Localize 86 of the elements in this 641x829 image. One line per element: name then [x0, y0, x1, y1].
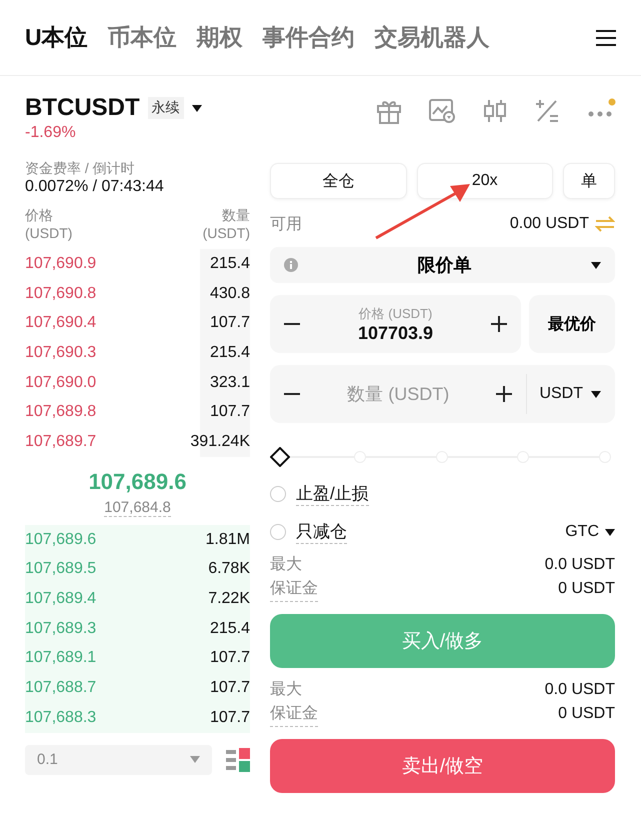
bid-quantity: 107.7 [210, 649, 250, 668]
tab[interactable]: 期权 [196, 22, 243, 53]
transfer-icon[interactable] [595, 216, 615, 232]
chart-alert-icon[interactable] [428, 98, 456, 124]
caret-icon [192, 104, 202, 112]
ask-price[interactable]: 107,689.8 [25, 403, 96, 422]
calculator-icon[interactable] [534, 98, 560, 124]
funding-value: 0.0072% / 07:43:44 [25, 178, 165, 196]
bid-price[interactable]: 107,689.3 [25, 620, 96, 638]
ask-quantity: 391.24K [190, 432, 250, 451]
quantity-header: 数量 [221, 206, 250, 224]
option-label[interactable]: 只减仓 [296, 520, 347, 544]
bid-price[interactable]: 107,688.3 [25, 708, 96, 727]
option-label[interactable]: 止盈/止损 [296, 482, 369, 506]
bid-quantity: 7.22K [208, 590, 250, 608]
leverage-button[interactable]: 20x [416, 163, 553, 199]
caret-icon [591, 262, 601, 268]
margin-label: 保证金 [270, 577, 318, 602]
ask-quantity: 430.8 [210, 284, 250, 303]
ask-price[interactable]: 107,690.0 [25, 374, 96, 392]
slider-thumb[interactable] [270, 447, 290, 467]
buy-long-button[interactable]: 买入/做多 [270, 614, 615, 668]
margin-label: 保证金 [270, 702, 318, 727]
position-mode-button[interactable]: 单 [563, 163, 615, 199]
ask-price[interactable]: 107,690.4 [25, 314, 96, 332]
price-field[interactable]: 价格 (USDT) 107703.9 [270, 295, 521, 353]
sell-short-button[interactable]: 卖出/做空 [270, 739, 615, 793]
price-unit: (USDT) [25, 224, 72, 242]
funding-label: 资金费率 / 倒计时 [25, 160, 136, 178]
quantity-unit: (USDT) [202, 224, 250, 242]
max-value: 0.0 USDT [544, 680, 615, 700]
bid-quantity: 107.7 [210, 679, 250, 698]
gift-icon[interactable] [376, 98, 402, 124]
caret-icon [591, 390, 601, 398]
last-price: 107,689.6 [88, 468, 188, 495]
tab[interactable]: 交易机器人 [374, 22, 490, 53]
book-layout-icon[interactable] [226, 748, 250, 772]
ask-quantity: 323.1 [210, 374, 250, 392]
bid-price[interactable]: 107,689.4 [25, 590, 96, 608]
bid-price[interactable]: 107,689.6 [25, 530, 96, 549]
unit-select[interactable]: USDT [526, 374, 601, 414]
bid-price[interactable]: 107,688.7 [25, 679, 96, 698]
margin-value: 0 USDT [558, 704, 615, 724]
available-label: 可用 [270, 214, 302, 234]
bid-quantity: 6.78K [208, 560, 250, 578]
ask-quantity: 107.7 [210, 403, 250, 422]
tab[interactable]: 事件合约 [262, 22, 355, 53]
available-value: 0.00 USDT [510, 215, 589, 233]
menu-icon[interactable] [596, 30, 616, 46]
mark-price: 107,684.8 [104, 498, 171, 517]
ask-price[interactable]: 107,690.3 [25, 344, 96, 362]
perpetual-badge: 永续 [148, 97, 184, 119]
caret-icon [605, 528, 615, 536]
max-label: 最大 [270, 554, 302, 575]
option-radio[interactable] [270, 524, 286, 540]
bid-price[interactable]: 107,689.5 [25, 560, 96, 578]
order-type-select[interactable]: 限价单 [270, 247, 615, 283]
bid-quantity: 1.81M [206, 530, 250, 549]
info-icon [284, 258, 298, 272]
option-radio[interactable] [270, 486, 286, 502]
quantity-field[interactable]: 数量 (USDT) [300, 382, 496, 406]
plus-icon[interactable] [491, 316, 507, 332]
ask-quantity: 215.4 [210, 254, 250, 273]
bid-quantity: 107.7 [210, 708, 250, 727]
tab[interactable]: U本位 [25, 22, 88, 53]
caret-icon [190, 756, 200, 764]
ask-price[interactable]: 107,690.8 [25, 284, 96, 303]
bid-price[interactable]: 107,689.1 [25, 649, 96, 668]
margin-mode-button[interactable]: 全仓 [270, 163, 406, 199]
margin-value: 0 USDT [558, 579, 615, 599]
plus-icon[interactable] [496, 386, 512, 402]
price-change: -1.69% [25, 124, 77, 142]
precision-select[interactable]: 0.1 [25, 744, 212, 775]
max-value: 0.0 USDT [544, 555, 615, 575]
best-price-button[interactable]: 最优价 [529, 295, 615, 353]
ask-price[interactable]: 107,689.7 [25, 432, 96, 451]
time-in-force-select[interactable]: GTC [565, 523, 615, 541]
ask-quantity: 107.7 [210, 314, 250, 332]
ask-quantity: 215.4 [210, 344, 250, 362]
ask-price[interactable]: 107,690.9 [25, 254, 96, 273]
symbol-name[interactable]: BTCUSDT [25, 94, 140, 122]
candlestick-icon[interactable] [482, 98, 508, 124]
tab[interactable]: 币本位 [108, 22, 177, 53]
max-label: 最大 [270, 680, 302, 700]
price-header: 价格 [25, 206, 54, 224]
bid-quantity: 215.4 [210, 620, 250, 638]
